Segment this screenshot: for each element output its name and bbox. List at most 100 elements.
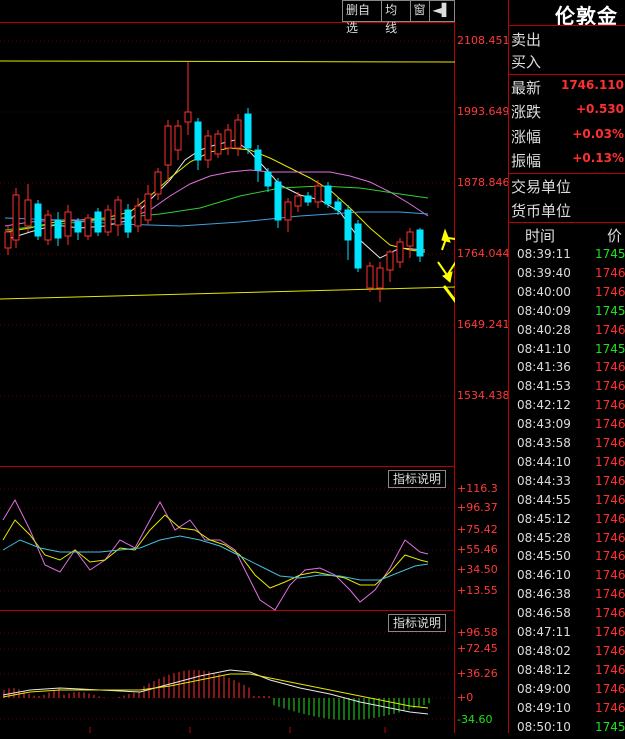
timeline-row[interactable]: 08:49:00 1746 [509, 682, 625, 701]
annotation-arrows [437, 146, 511, 327]
currency-unit-row: 货币单位 [511, 200, 624, 222]
timeline-time: 08:41:53 [517, 379, 571, 394]
candle-body [214, 133, 222, 155]
timeline-row[interactable]: 08:41:36 1746 [509, 360, 625, 379]
candle-body [194, 121, 202, 161]
timeline-price: 1746 [595, 587, 625, 602]
timeline-row[interactable]: 08:44:10 1746 [509, 455, 625, 474]
timeline-price: 1746 [595, 360, 625, 375]
timeline-row[interactable]: 08:41:53 1746 [509, 379, 625, 398]
timeline-time: 08:44:55 [517, 492, 571, 507]
chart-area[interactable]: 删自选 均线 窗 ◄▌ 指标说明 指标说明 [0, 0, 511, 733]
timeline-price: 1745 [595, 341, 625, 356]
candle-body [34, 203, 42, 237]
candle-body [94, 211, 102, 233]
timeline-row[interactable]: 08:46:58 1746 [509, 606, 625, 625]
timeline-price: 1746 [595, 511, 625, 526]
candle-body [294, 195, 302, 207]
timeline-row[interactable]: 08:42:12 1746 [509, 398, 625, 417]
timeline-row[interactable]: 08:45:28 1746 [509, 531, 625, 550]
candle-body [174, 125, 182, 151]
candles-group [4, 62, 424, 302]
timeline-time: 08:48:12 [517, 662, 571, 677]
macd-axis-label: +72.45 [457, 642, 498, 655]
percent-label: 涨幅 [511, 128, 542, 146]
timeline-row[interactable]: 08:48:12 1746 [509, 663, 625, 682]
price-column-header: 价 [607, 227, 623, 245]
timeline-row[interactable]: 08:48:02 1746 [509, 644, 625, 663]
timeline-row[interactable]: 08:41:10 1745 [509, 342, 625, 361]
timeline-time: 08:44:10 [517, 454, 571, 469]
moving-average-button[interactable]: 均线 [381, 0, 411, 35]
candle-body [366, 265, 374, 289]
candle-body [254, 149, 262, 171]
timeline-row[interactable]: 08:43:09 1746 [509, 417, 625, 436]
timeline-row[interactable]: 08:47:11 1746 [509, 625, 625, 644]
timeline-price: 1746 [595, 398, 625, 413]
candle-body [134, 205, 142, 227]
candle-body [114, 199, 122, 226]
timeline-time: 08:47:11 [517, 625, 571, 639]
timeline-price: 1746 [595, 492, 625, 507]
timeline-row[interactable]: 08:50:10 1745 [509, 720, 625, 739]
timeline-row[interactable]: 08:40:00 1746 [509, 285, 625, 304]
candle-body [354, 223, 362, 269]
timeline-price: 1746 [595, 284, 625, 299]
kdj-indicator-help-button[interactable]: 指标说明 [388, 470, 447, 488]
timeline-row[interactable]: 08:46:10 1746 [509, 568, 625, 587]
timeline-price: 1745 [595, 303, 625, 318]
candle-body [4, 231, 12, 249]
axis-label: 1878.846 [457, 176, 510, 189]
candle-body [54, 219, 62, 239]
timeline-price: 1746 [595, 662, 625, 677]
candle-body [124, 209, 132, 233]
support-trendline [0, 286, 456, 300]
timeline-time: 08:45:28 [517, 530, 571, 545]
divider [509, 173, 625, 174]
candle-body [144, 193, 152, 221]
candle-body [274, 181, 282, 221]
timeline-time: 08:48:02 [517, 643, 571, 658]
timeline-row[interactable]: 08:49:10 1746 [509, 701, 625, 720]
candle-body [164, 125, 172, 166]
macd-indicator-help-button[interactable]: 指标说明 [388, 614, 447, 632]
timeline-row[interactable]: 08:46:38 1746 [509, 587, 625, 606]
candle-body [244, 113, 252, 149]
timeline-price: 1746 [595, 681, 625, 696]
amplitude-row: 振幅 +0.13% [511, 150, 624, 172]
chart-toolbar: 删自选 均线 窗 ◄▌ [342, 0, 455, 35]
candle-body [224, 129, 232, 149]
delete-favorite-button[interactable]: 删自选 [342, 0, 383, 35]
candle-body [344, 209, 352, 241]
candle-body [304, 195, 312, 203]
candle-body [416, 229, 424, 257]
timeline-time: 08:46:38 [517, 587, 571, 602]
timeline-time: 08:39:40 [517, 265, 571, 280]
candlestick-chart[interactable] [0, 0, 511, 733]
timeline-row[interactable]: 08:45:50 1746 [509, 549, 625, 568]
resistance-trendline [0, 60, 456, 63]
timeline-price: 1746 [595, 417, 625, 432]
timeline-time: 08:46:10 [517, 568, 571, 583]
timeline-row[interactable]: 08:43:58 1746 [509, 436, 625, 455]
kdj-axis-label: +96.37 [457, 501, 498, 514]
axis-label: 1534.438 [457, 389, 510, 402]
candle-body [376, 267, 384, 289]
timeline-time: 08:40:00 [517, 284, 571, 299]
timeline-row[interactable]: 08:39:40 1746 [509, 266, 625, 285]
candle-body [234, 119, 242, 149]
axis-label: 2108.451 [457, 34, 510, 47]
timeline-row[interactable]: 08:44:33 1746 [509, 474, 625, 493]
timeline-row[interactable]: 08:44:55 1746 [509, 493, 625, 512]
timeline-row[interactable]: 08:39:11 1745 [509, 247, 625, 266]
timeline-price: 1746 [595, 265, 625, 280]
timeline-row[interactable]: 08:45:12 1746 [509, 512, 625, 531]
timeline-time: 08:40:28 [517, 322, 571, 337]
collapse-arrow-icon[interactable]: ◄▌ [428, 0, 455, 22]
window-button[interactable]: 窗 [409, 0, 430, 22]
divider [509, 222, 625, 223]
timeline-row[interactable]: 08:40:09 1745 [509, 304, 625, 323]
timeline-row[interactable]: 08:40:28 1746 [509, 323, 625, 342]
sell-row: 卖出 [511, 29, 624, 51]
candle-body [184, 111, 192, 123]
